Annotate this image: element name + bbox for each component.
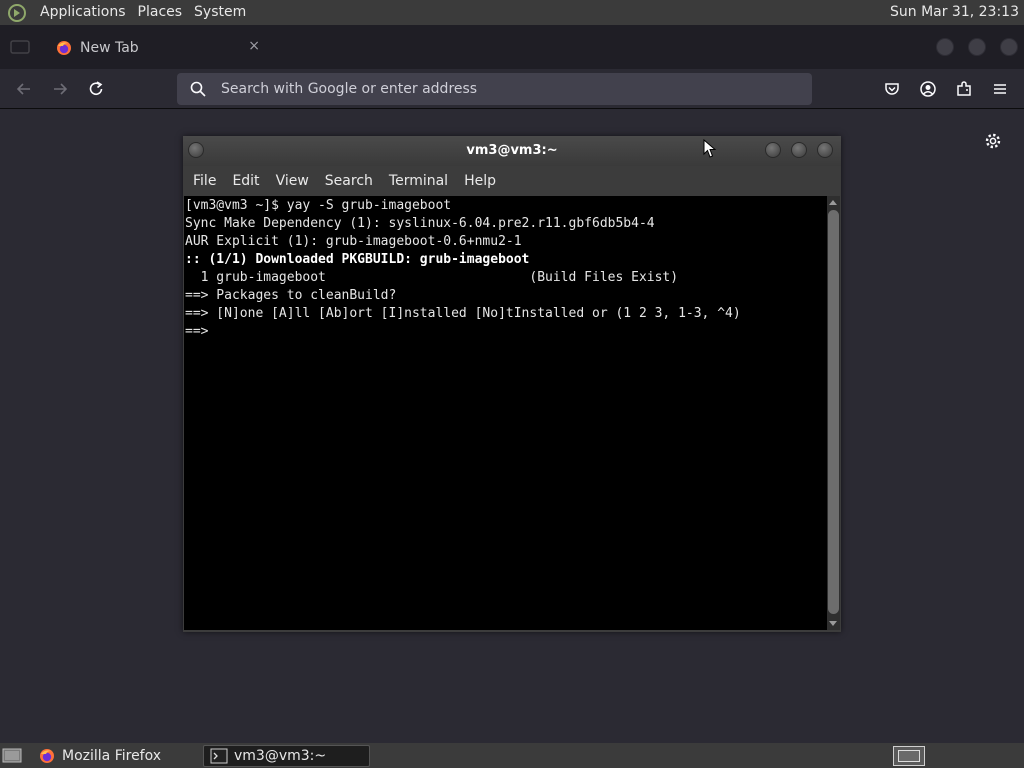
- window-maximize-button[interactable]: [968, 38, 986, 56]
- tab-new-tab[interactable]: New Tab ×: [40, 30, 270, 66]
- terminal-line: [vm3@vm3 ~]$ yay -S grub-imageboot: [185, 198, 452, 213]
- terminal-line: :: (1/1) Downloaded PKGBUILD: grub-image…: [185, 252, 530, 267]
- extensions-icon[interactable]: [952, 77, 976, 101]
- terminal-line: ==> [N]one [A]ll [Ab]ort [I]nstalled [No…: [185, 306, 741, 321]
- terminal-line: AUR Explicit (1): grub-imageboot-0.6+nmu…: [185, 234, 522, 249]
- address-bar[interactable]: [177, 73, 812, 105]
- back-arrow-icon[interactable]: [12, 77, 36, 101]
- menu-help[interactable]: Help: [456, 173, 504, 189]
- terminal-maximize-button[interactable]: [791, 142, 807, 158]
- firefox-favicon-icon: [56, 40, 72, 56]
- menu-edit[interactable]: Edit: [224, 173, 267, 189]
- terminal-line: Sync Make Dependency (1): syslinux-6.04.…: [185, 216, 655, 231]
- forward-arrow-icon[interactable]: [48, 77, 72, 101]
- firefox-navbar: [0, 69, 1024, 109]
- menu-search[interactable]: Search: [317, 173, 381, 189]
- taskbar-item-terminal[interactable]: vm3@vm3:~: [203, 745, 370, 767]
- taskbar-item-firefox[interactable]: Mozilla Firefox: [32, 745, 200, 767]
- distro-logo-icon[interactable]: [6, 2, 28, 24]
- gear-icon[interactable]: [984, 132, 1002, 150]
- show-desktop-icon[interactable]: [2, 747, 22, 764]
- menu-view[interactable]: View: [268, 173, 317, 189]
- scrollbar-thumb[interactable]: [828, 210, 839, 614]
- firefox-icon: [38, 748, 56, 764]
- workspace-1-window-preview: [898, 750, 920, 762]
- address-input[interactable]: [221, 81, 781, 97]
- menu-terminal[interactable]: Terminal: [381, 173, 456, 189]
- pocket-icon[interactable]: [880, 77, 904, 101]
- top-panel: Applications Places System Sun Mar 31, 2…: [0, 0, 1024, 25]
- panel-clock[interactable]: Sun Mar 31, 23:13: [890, 0, 1019, 25]
- terminal-line: ==> Packages to cleanBuild?: [185, 288, 397, 303]
- firefox-tab-strip: New Tab ×: [0, 25, 1024, 69]
- menu-system[interactable]: System: [188, 0, 252, 25]
- terminal-window: vm3@vm3:~ File Edit View Search Terminal…: [183, 136, 841, 632]
- menu-file[interactable]: File: [185, 173, 224, 189]
- terminal-line: 1 grub-imageboot (Build Files Exist): [185, 270, 679, 285]
- account-icon[interactable]: [916, 77, 940, 101]
- terminal-output[interactable]: [vm3@vm3 ~]$ yay -S grub-imageboot Sync …: [184, 196, 827, 630]
- menu-applications[interactable]: Applications: [34, 0, 132, 25]
- terminal-scrollbar[interactable]: [827, 196, 840, 630]
- list-all-tabs-icon[interactable]: [10, 39, 30, 55]
- terminal-minimize-button[interactable]: [765, 142, 781, 158]
- taskbar-item-label: Mozilla Firefox: [62, 748, 162, 764]
- menu-places[interactable]: Places: [132, 0, 189, 25]
- scroll-down-arrow-icon[interactable]: [829, 621, 837, 626]
- scroll-up-arrow-icon[interactable]: [829, 200, 837, 205]
- bottom-taskbar: Mozilla Firefox vm3@vm3:~: [0, 743, 1024, 768]
- terminal-menubar: File Edit View Search Terminal Help: [183, 166, 841, 196]
- window-minimize-button[interactable]: [936, 38, 954, 56]
- terminal-close-button[interactable]: [817, 142, 833, 158]
- terminal-icon: [210, 748, 228, 764]
- reload-icon[interactable]: [84, 77, 108, 101]
- terminal-titlebar[interactable]: vm3@vm3:~: [183, 136, 841, 166]
- hamburger-menu-icon[interactable]: [988, 77, 1012, 101]
- terminal-prompt: ==>: [185, 324, 217, 339]
- workspace-switcher[interactable]: [893, 746, 925, 766]
- window-close-button[interactable]: [1000, 38, 1018, 56]
- close-tab-icon[interactable]: ×: [248, 38, 260, 54]
- new-tab-plus-icon[interactable]: [282, 37, 300, 57]
- tab-title: New Tab: [80, 40, 139, 56]
- mouse-pointer-icon: [703, 138, 717, 159]
- search-icon: [189, 80, 207, 98]
- terminal-title: vm3@vm3:~: [466, 143, 558, 158]
- taskbar-item-label: vm3@vm3:~: [234, 748, 327, 764]
